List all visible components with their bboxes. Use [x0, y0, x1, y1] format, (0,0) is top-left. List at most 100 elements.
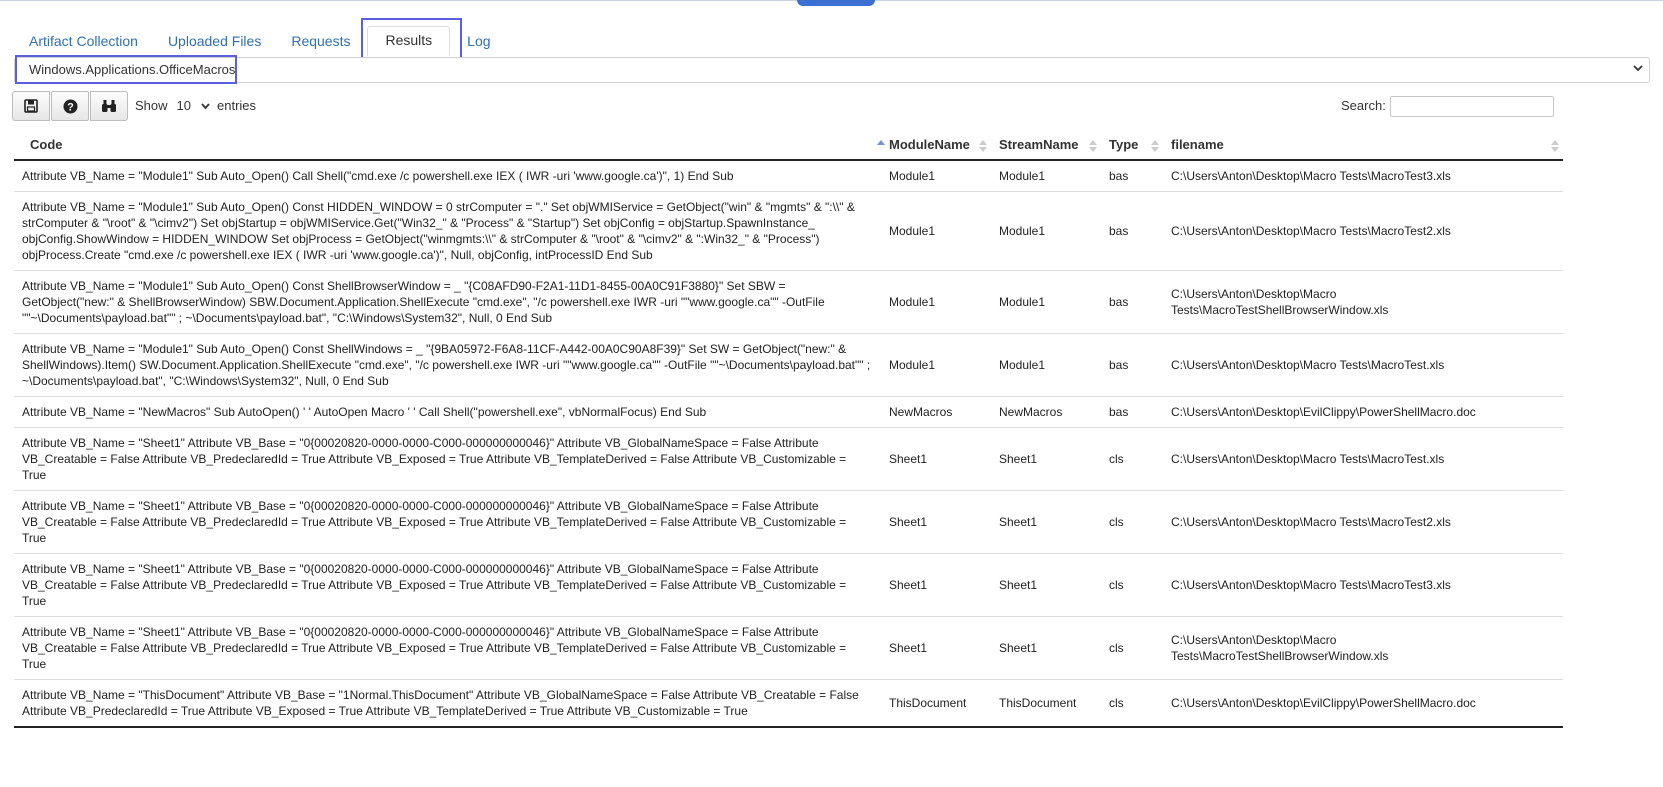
cell-filename: C:\Users\Anton\Desktop\Macro Tests\Macro… [1163, 191, 1563, 271]
question-circle-icon: ? [63, 99, 77, 113]
column-header-label: ModuleName [889, 136, 970, 152]
cell-filename: C:\Users\Anton\Desktop\Macro Tests\Macro… [1163, 160, 1563, 192]
cell-modulename: ThisDocument [881, 679, 991, 728]
table-row[interactable]: Attribute VB_Name = "Sheet1" Attribute V… [14, 553, 1563, 617]
cell-modulename: Sheet1 [881, 616, 991, 680]
cell-modulename: Sheet1 [881, 427, 991, 491]
cell-streamname: Module1 [991, 160, 1101, 192]
cell-code: Attribute VB_Name = "Module1" Sub Auto_O… [14, 191, 881, 271]
cell-modulename: Module1 [881, 333, 991, 397]
cell-type: cls [1101, 490, 1163, 554]
binoculars-icon [102, 100, 116, 112]
cell-streamname: ThisDocument [991, 679, 1101, 728]
chevron-down-icon [201, 102, 210, 109]
cell-modulename: Sheet1 [881, 490, 991, 554]
tab-results-wrapper: Results [361, 18, 463, 59]
tab-requests[interactable]: Requests [276, 28, 365, 56]
cell-filename: C:\Users\Anton\Desktop\Macro Tests\Macro… [1163, 427, 1563, 491]
column-header-type[interactable]: Type [1101, 129, 1163, 161]
top-handle[interactable] [797, 0, 875, 6]
help-button[interactable]: ? [51, 91, 89, 121]
sort-both-icon [1551, 140, 1559, 152]
cell-type: bas [1101, 160, 1163, 192]
cell-streamname: Module1 [991, 333, 1101, 397]
cell-code: Attribute VB_Name = "ThisDocument" Attri… [14, 679, 881, 728]
results-table: Code ModuleName StreamName Type filename [14, 129, 1563, 728]
sort-both-icon [979, 140, 987, 152]
table-row[interactable]: Attribute VB_Name = "ThisDocument" Attri… [14, 679, 1563, 728]
find-button[interactable] [90, 91, 128, 121]
save-button[interactable] [12, 91, 50, 121]
table-row[interactable]: Attribute VB_Name = "Module1" Sub Auto_O… [14, 160, 1563, 192]
cell-code: Attribute VB_Name = "Module1" Sub Auto_O… [14, 160, 881, 192]
cell-filename: C:\Users\Anton\Desktop\Macro Tests\Macro… [1163, 333, 1563, 397]
entries-label: entries [217, 98, 257, 113]
artifact-select-highlight [15, 55, 237, 84]
search-label: Search: [1341, 98, 1386, 113]
page-length-select[interactable]: 10 [177, 98, 210, 113]
sort-both-icon [1089, 140, 1097, 152]
cell-streamname: Module1 [991, 270, 1101, 334]
table-row[interactable]: Attribute VB_Name = "Module1" Sub Auto_O… [14, 333, 1563, 397]
table-row[interactable]: Attribute VB_Name = "Sheet1" Attribute V… [14, 616, 1563, 680]
column-header-filename[interactable]: filename [1163, 129, 1563, 161]
table-row[interactable]: Attribute VB_Name = "Module1" Sub Auto_O… [14, 270, 1563, 334]
cell-type: cls [1101, 553, 1163, 617]
cell-type: cls [1101, 616, 1163, 680]
artifact-select[interactable]: Windows.Applications.OfficeMacros [14, 55, 1650, 84]
column-header-code[interactable]: Code [14, 129, 885, 161]
cell-type: bas [1101, 396, 1163, 428]
search-input[interactable] [1390, 96, 1554, 117]
cell-filename: C:\Users\Anton\Desktop\Macro Tests\Macro… [1163, 490, 1563, 554]
toolbar: ? [12, 91, 129, 121]
svg-text:?: ? [67, 101, 74, 113]
cell-modulename: Module1 [881, 160, 991, 192]
column-header-label: StreamName [999, 136, 1079, 152]
cell-type: bas [1101, 270, 1163, 334]
column-header-modulename[interactable]: ModuleName [881, 129, 991, 161]
cell-streamname: Sheet1 [991, 490, 1101, 554]
column-header-label: Type [1109, 136, 1139, 152]
table-row[interactable]: Attribute VB_Name = "Sheet1" Attribute V… [14, 427, 1563, 491]
cell-filename: C:\Users\Anton\Desktop\EvilClippy\PowerS… [1163, 679, 1563, 728]
tab-results[interactable]: Results [367, 26, 451, 56]
cell-streamname: Sheet1 [991, 616, 1101, 680]
cell-streamname: Sheet1 [991, 427, 1101, 491]
cell-code: Attribute VB_Name = "Module1" Sub Auto_O… [14, 270, 881, 334]
cell-modulename: Module1 [881, 191, 991, 271]
tab-log[interactable]: Log [452, 28, 505, 56]
cell-modulename: NewMacros [881, 396, 991, 428]
column-header-streamname[interactable]: StreamName [991, 129, 1101, 161]
tab-bar: Artifact Collection Uploaded Files Reque… [14, 18, 506, 59]
cell-filename: C:\Users\Anton\Desktop\Macro Tests\Macro… [1163, 270, 1563, 334]
tab-uploaded-files[interactable]: Uploaded Files [153, 28, 276, 56]
sort-both-icon [1151, 140, 1159, 152]
floppy-disk-icon [24, 99, 38, 113]
column-header-label: filename [1171, 136, 1224, 152]
cell-filename: C:\Users\Anton\Desktop\Macro Tests\Macro… [1163, 553, 1563, 617]
tab-artifact-collection[interactable]: Artifact Collection [14, 28, 153, 56]
cell-streamname: Sheet1 [991, 553, 1101, 617]
table-row[interactable]: Attribute VB_Name = "Sheet1" Attribute V… [14, 490, 1563, 554]
cell-code: Attribute VB_Name = "Sheet1" Attribute V… [14, 616, 881, 680]
cell-code: Attribute VB_Name = "Sheet1" Attribute V… [14, 427, 881, 491]
page-length-value: 10 [176, 98, 191, 113]
cell-filename: C:\Users\Anton\Desktop\EvilClippy\PowerS… [1163, 396, 1563, 428]
cell-code: Attribute VB_Name = "Module1" Sub Auto_O… [14, 333, 881, 397]
cell-filename: C:\Users\Anton\Desktop\Macro Tests\Macro… [1163, 616, 1563, 680]
column-header-label: Code [30, 136, 63, 152]
cell-type: bas [1101, 191, 1163, 271]
cell-streamname: NewMacros [991, 396, 1101, 428]
cell-modulename: Sheet1 [881, 553, 991, 617]
cell-type: cls [1101, 679, 1163, 728]
table-header-row: Code ModuleName StreamName Type filename [14, 129, 1563, 161]
cell-code: Attribute VB_Name = "Sheet1" Attribute V… [14, 553, 881, 617]
table-row[interactable]: Attribute VB_Name = "Module1" Sub Auto_O… [14, 191, 1563, 271]
cell-code: Attribute VB_Name = "NewMacros" Sub Auto… [14, 396, 881, 428]
cell-code: Attribute VB_Name = "Sheet1" Attribute V… [14, 490, 881, 554]
show-label: Show [135, 98, 168, 113]
table-row[interactable]: Attribute VB_Name = "NewMacros" Sub Auto… [14, 396, 1563, 428]
chevron-down-icon [1633, 65, 1643, 72]
cell-modulename: Module1 [881, 270, 991, 334]
page-length-control: Show 10 entries [135, 98, 256, 113]
